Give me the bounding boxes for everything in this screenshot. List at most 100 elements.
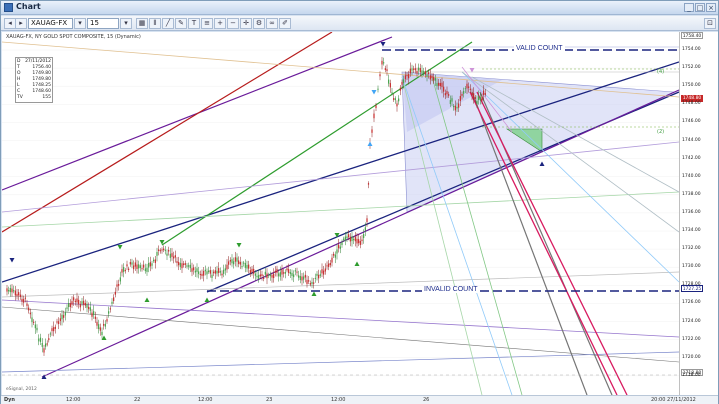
candle-body	[273, 273, 275, 279]
candle-body	[106, 319, 108, 322]
timeframe-input[interactable]: 15	[87, 18, 119, 29]
zoom-in-icon[interactable]: +	[214, 18, 226, 29]
symbol-dropdown-icon[interactable]: ▾	[74, 18, 86, 29]
candle-body	[45, 343, 47, 347]
candle-body	[361, 239, 363, 242]
text-icon[interactable]: T	[188, 18, 200, 29]
candle-body	[41, 343, 43, 347]
link-icon[interactable]: ∞	[266, 18, 278, 29]
candle-body	[186, 265, 188, 267]
candle-body	[136, 264, 138, 269]
candle-body	[366, 218, 368, 222]
candle-body	[331, 257, 333, 263]
maximize-button[interactable]: □	[695, 3, 705, 12]
candle-body	[428, 72, 430, 74]
pivot-marker	[204, 297, 210, 302]
candle-body	[348, 234, 350, 238]
candle-body	[71, 301, 73, 305]
edit-icon[interactable]: ✐	[279, 18, 291, 29]
candle-body	[144, 268, 146, 272]
price-axis[interactable]: 1758.40 1748.80 1727.25 1718.80 1754.00 1…	[679, 32, 718, 395]
candle-body	[14, 290, 16, 296]
purple-descending-line	[2, 299, 679, 338]
candle-body	[423, 71, 425, 73]
price-chart[interactable]: XAUAG-FX, NY GOLD SPOT COMPOSITE, 15 (Dy…	[2, 32, 679, 395]
pivot-marker	[371, 90, 377, 95]
candle-body	[96, 321, 98, 326]
candle-body	[16, 293, 18, 297]
candle-body	[458, 103, 460, 108]
time-axis-label: 12:00	[66, 397, 81, 403]
ohlc-row: TV 155	[17, 95, 51, 101]
fib-icon[interactable]: ≡	[201, 18, 213, 29]
candle-body	[364, 227, 366, 231]
candle-body	[171, 253, 173, 257]
candle-body	[463, 90, 465, 94]
candle-body	[431, 75, 433, 79]
candle-body	[393, 98, 395, 100]
candle-body	[216, 270, 218, 274]
candle-body	[391, 92, 393, 94]
symbol-input[interactable]: XAUAG-FX	[28, 18, 73, 29]
candle-body	[274, 270, 276, 273]
line-icon[interactable]: ╱	[162, 18, 174, 29]
candle-body	[108, 311, 110, 314]
lock-icon[interactable]: ⊡	[704, 18, 716, 29]
candle-body	[9, 287, 11, 293]
candle-body	[109, 308, 111, 310]
candle-body	[191, 268, 193, 272]
minimize-button[interactable]: _	[684, 3, 694, 12]
candle-body	[289, 272, 291, 274]
draw-icon[interactable]: ✎	[175, 18, 187, 29]
candle-body	[264, 271, 266, 275]
candle-body	[351, 236, 353, 242]
candle-body	[138, 264, 140, 269]
candle-body	[448, 94, 450, 96]
bars-icon[interactable]: ⫴	[149, 18, 161, 29]
candle-body	[229, 259, 231, 262]
price-axis-label: 1750.00	[682, 83, 701, 89]
time-axis[interactable]: Dyn 20:00 27/11/2012 12:00 22 12:00 23 12:00…	[1, 395, 718, 404]
candle-body	[164, 249, 166, 251]
candle-body	[29, 312, 31, 315]
candle-body	[388, 79, 390, 84]
candle-body	[414, 68, 416, 71]
candle-body	[79, 304, 81, 308]
candle-body	[234, 257, 236, 262]
candle-body	[189, 264, 191, 269]
candle-body	[149, 262, 151, 267]
price-axis-label: 1732.00	[682, 246, 701, 252]
candle-body	[31, 317, 33, 323]
candle-body	[483, 90, 485, 95]
candle-body	[33, 321, 35, 323]
candle-body	[213, 271, 215, 274]
candle-body	[193, 267, 195, 271]
pivot-marker	[354, 261, 360, 266]
candle-body	[377, 88, 379, 90]
candle-body	[406, 75, 408, 77]
chart-app-icon	[4, 3, 13, 12]
grid-icon[interactable]: ▦	[136, 18, 148, 29]
candle-body	[66, 307, 68, 309]
candle-body	[78, 299, 80, 305]
candle-body	[99, 327, 101, 331]
candle-body	[238, 260, 240, 264]
settings-icon[interactable]: ⚙	[253, 18, 265, 29]
candle-body	[389, 83, 391, 88]
candle-body	[228, 261, 230, 265]
zoom-out-icon[interactable]: −	[227, 18, 239, 29]
candle-body	[126, 264, 128, 267]
crosshair-icon[interactable]: ✛	[240, 18, 252, 29]
time-axis-label: 26	[423, 397, 430, 403]
candle-body	[39, 337, 42, 342]
candle-body	[464, 88, 466, 90]
forward-icon[interactable]: ▸	[15, 18, 27, 29]
candle-body	[81, 301, 83, 304]
chart-canvas[interactable]	[2, 32, 679, 395]
timeframe-dropdown-icon[interactable]: ▾	[120, 18, 132, 29]
candle-body	[484, 93, 486, 95]
pivot-marker	[311, 291, 317, 296]
candle-body	[131, 262, 133, 265]
chart-header: XAUAG-FX, NY GOLD SPOT COMPOSITE, 15 (Dy…	[6, 34, 141, 40]
close-button[interactable]: ×	[706, 3, 716, 12]
